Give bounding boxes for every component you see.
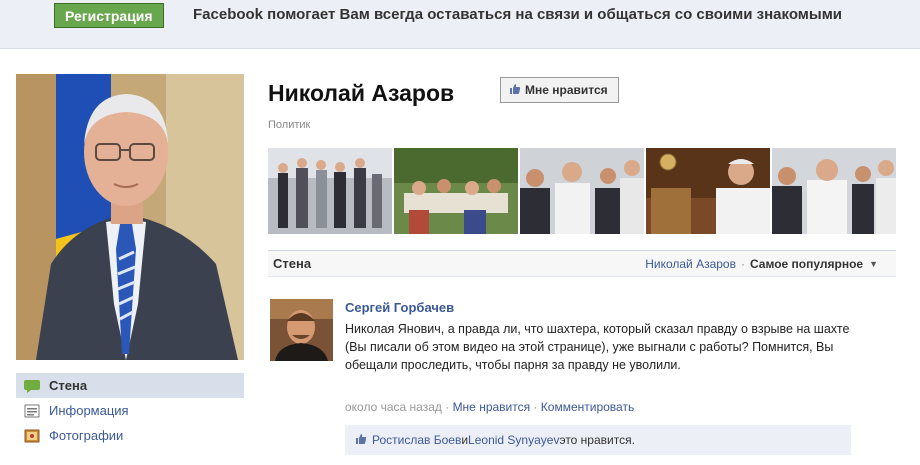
post-author[interactable]: Сергей Горбачев — [345, 300, 454, 315]
chevron-down-icon[interactable]: ▼ — [869, 259, 878, 269]
like-button-label: Мне нравится — [525, 83, 608, 97]
like-page-button[interactable]: Мне нравится — [500, 77, 619, 103]
info-icon — [24, 404, 40, 418]
separator: · — [441, 400, 453, 414]
page-category: Политик — [268, 119, 311, 131]
strip-photo[interactable] — [646, 148, 770, 234]
likes-and: и — [461, 433, 469, 447]
page-title: Николай Азаров — [268, 80, 455, 106]
register-button[interactable]: Регистрация — [54, 3, 164, 28]
thumbs-up-icon — [509, 83, 521, 98]
left-navigation: Стена Информация Фотографии — [16, 373, 244, 448]
filter-page-name[interactable]: Николай Азаров — [645, 257, 736, 271]
nav-item-label: Стена — [49, 378, 88, 393]
wall-tab[interactable]: Стена — [273, 256, 311, 271]
liker-name[interactable]: Ростислав Боев — [372, 433, 461, 447]
post-meta: около часа назад · Мне нравится · Коммен… — [345, 400, 634, 414]
strip-photo[interactable] — [772, 148, 896, 234]
nav-item-wall[interactable]: Стена — [16, 373, 244, 398]
photo-strip — [268, 148, 896, 234]
post-timestamp[interactable]: около часа назад — [345, 400, 442, 414]
photos-icon — [24, 429, 40, 443]
profile-picture[interactable] — [16, 74, 244, 360]
sort-dropdown[interactable]: Самое популярное — [750, 257, 863, 271]
nav-item-photos[interactable]: Фотографии — [16, 423, 244, 448]
likes-suffix: это нравится. — [559, 433, 635, 447]
thumbs-up-icon — [355, 433, 367, 448]
strip-photo[interactable] — [520, 148, 644, 234]
separator: · — [740, 256, 745, 271]
nav-item-info[interactable]: Информация — [16, 398, 244, 423]
nav-item-label: Фотографии — [49, 428, 124, 443]
like-post-link[interactable]: Мне нравится — [453, 400, 531, 414]
comment-link[interactable]: Комментировать — [541, 400, 634, 414]
wall-icon — [24, 379, 40, 393]
profile-picture-art — [16, 74, 244, 360]
wall-header: Стена Николай Азаров · Самое популярное … — [268, 250, 896, 277]
wall-filter: Николай Азаров · Самое популярное ▼ — [645, 257, 878, 271]
nav-item-label: Информация — [49, 403, 129, 418]
strip-photo[interactable] — [268, 148, 392, 234]
post-text: Николая Янович, а правда ли, что шахтера… — [345, 322, 850, 372]
avatar[interactable] — [270, 299, 333, 361]
strip-photo[interactable] — [394, 148, 518, 234]
top-banner: Регистрация Facebook помогает Вам всегда… — [0, 0, 920, 49]
separator: · — [530, 400, 541, 414]
banner-message: Facebook помогает Вам всегда оставаться … — [193, 6, 843, 23]
liker-name[interactable]: Leonid Synyayev — [468, 433, 559, 447]
likes-summary: Ростислав Боев и Leonid Synyayev это нра… — [345, 425, 851, 455]
